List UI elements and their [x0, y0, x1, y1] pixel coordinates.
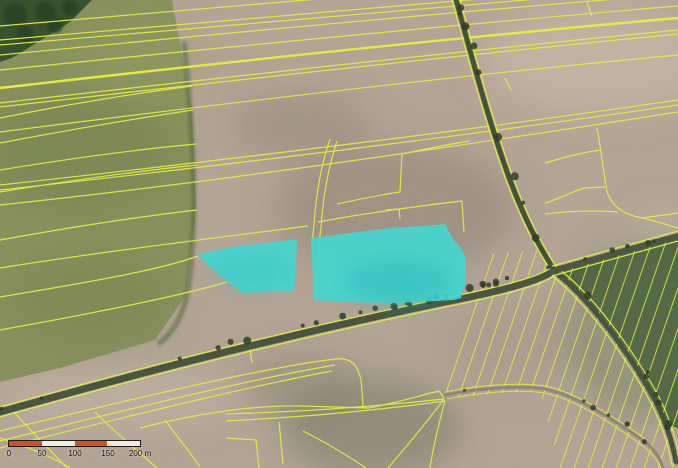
- scale-label-0: 0: [7, 449, 11, 459]
- scale-bar-segment: [75, 441, 108, 446]
- photo-grain: [0, 0, 678, 468]
- scale-label-50: 50: [38, 449, 47, 459]
- scale-bar-labels: 0 50 100 150 200 m: [0, 449, 200, 461]
- scale-label-200m: 200 m: [129, 449, 151, 459]
- map-viewport[interactable]: 0 50 100 150 200 m: [0, 0, 678, 468]
- scale-label-100: 100: [68, 449, 81, 459]
- scale-label-150: 150: [101, 449, 114, 459]
- scale-bar-segment: [107, 441, 140, 446]
- map-canvas[interactable]: [0, 0, 678, 468]
- scale-bar: [8, 440, 141, 447]
- scale-bar-segment: [9, 441, 42, 446]
- scale-bar-segment: [42, 441, 75, 446]
